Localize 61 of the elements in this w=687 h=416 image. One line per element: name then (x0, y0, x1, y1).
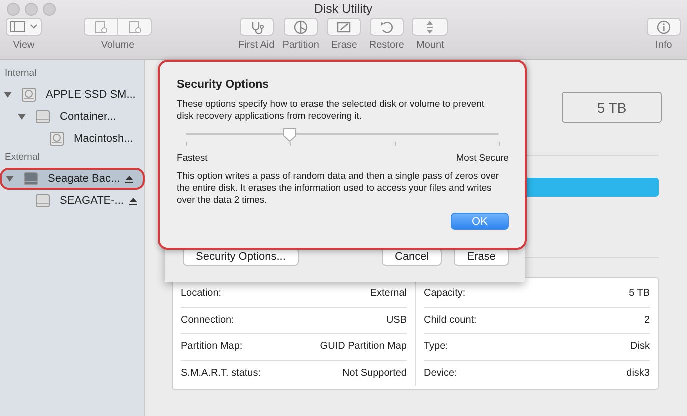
info-label: Location: (181, 288, 222, 300)
window-title: Disk Utility (314, 1, 373, 18)
mount-button[interactable] (412, 18, 448, 36)
toolbar-label: Partition (282, 40, 320, 51)
arrows-icon (426, 20, 434, 34)
sidebar-icon (10, 21, 26, 33)
window-control-button[interactable] (43, 3, 56, 16)
window-control-button[interactable] (25, 3, 38, 16)
disk-plus-icon (94, 20, 108, 34)
pencil-icon (335, 20, 354, 34)
erase-button[interactable] (327, 18, 362, 36)
first-aid-button[interactable] (240, 18, 274, 36)
sidebar-item[interactable]: Seagate Bac... (0, 168, 145, 190)
info-label: Partition Map: (181, 341, 243, 352)
info-label: Connection: (181, 314, 234, 326)
info-label: Child count: (424, 314, 477, 326)
section-header: External (4, 151, 41, 165)
info-value: Not Supported (342, 368, 407, 379)
capacity-box: 5 TB (562, 92, 662, 123)
sidebar-item[interactable]: APPLE SSD SM... (0, 84, 145, 106)
view-button[interactable] (6, 18, 42, 36)
disk-minus-icon (128, 20, 142, 34)
description-text: These options specify how to erase the selected disk or volume to prevent disk recovery applications from recovering it. (177, 98, 486, 122)
detail-text: This option writes a pass of random data and then a single pass of zeros over the entire disk. It erases the information used to access your files and writes over the data 2 times. (177, 170, 500, 206)
info-icon (655, 20, 673, 34)
info-value: disk3 (626, 368, 650, 379)
chevron-icon (30, 24, 38, 30)
info-label: S.M.A.R.T. status: (181, 368, 262, 379)
toolbar-label: First Aid (238, 40, 275, 51)
toolbar-label: Mount (416, 40, 444, 51)
slider-min-label: Fastest (177, 152, 208, 163)
window-control-button[interactable] (7, 3, 20, 16)
drive-icon (35, 109, 51, 125)
info-value: External (370, 288, 407, 300)
toolbar-label: Restore (369, 40, 404, 51)
drive-icon (35, 193, 51, 209)
info-value: 5 TB (629, 288, 650, 300)
info-button[interactable] (647, 18, 681, 36)
section-header: Internal (4, 67, 38, 81)
info-label: Device: (424, 368, 458, 379)
info-value: USB (386, 314, 407, 326)
sidebar-item[interactable]: SEAGATE-... (0, 190, 145, 212)
info-label: Type: (424, 341, 448, 352)
info-value: GUID Partition Map (320, 341, 407, 352)
drive-icon (23, 171, 39, 187)
toolbar-label: View (13, 40, 35, 51)
restore-button[interactable] (370, 18, 404, 36)
add-volume-button[interactable] (84, 18, 118, 36)
sidebar-item[interactable]: Macintosh... (0, 128, 145, 150)
partition-button[interactable] (284, 18, 318, 36)
pie-icon (292, 20, 310, 34)
sidebar-item[interactable]: Container... (0, 106, 145, 128)
remove-volume-button[interactable] (118, 18, 152, 36)
dialog-title: Security Options (177, 79, 270, 91)
slider-max-label: Most Secure (456, 152, 509, 163)
info-value: Disk (630, 341, 650, 352)
info-label: Capacity: (424, 288, 466, 300)
toolbar-label: Info (656, 40, 672, 51)
info-value: 2 (644, 314, 650, 326)
toolbar-label: Erase (331, 40, 358, 51)
toolbar-label: Volume (101, 40, 135, 51)
